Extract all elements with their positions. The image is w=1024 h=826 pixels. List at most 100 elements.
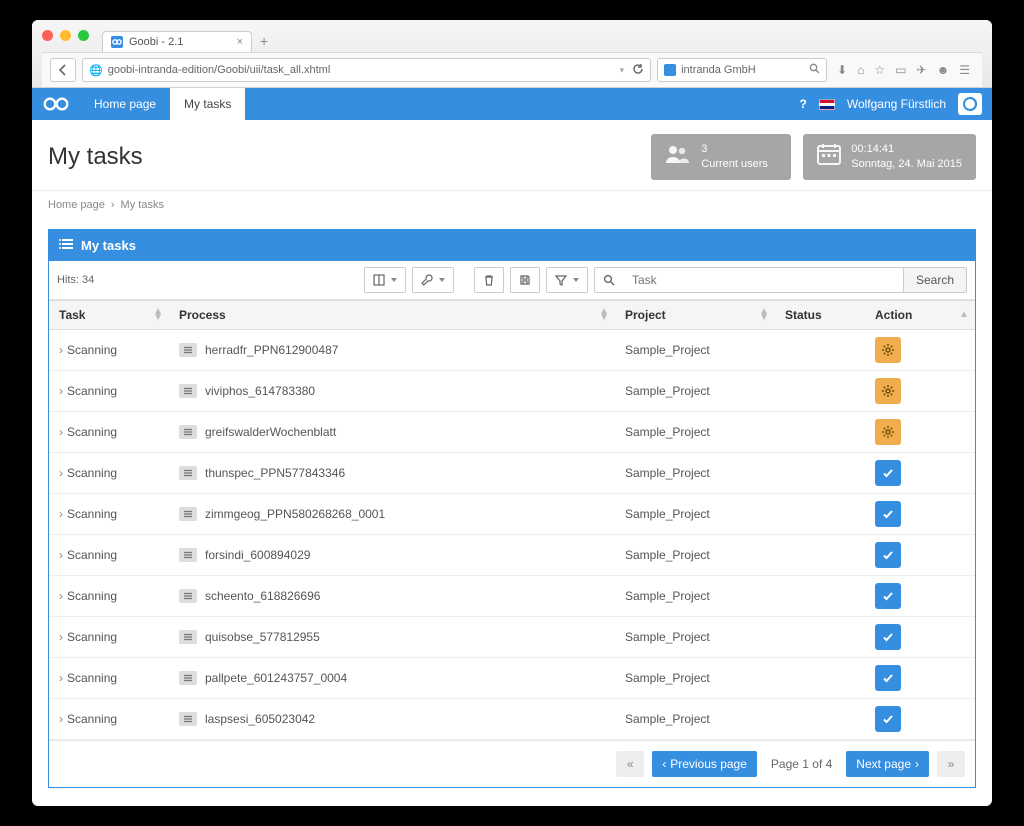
downloads-icon[interactable]: ⬇ <box>837 63 847 77</box>
hits-label: Hits: 34 <box>57 274 358 286</box>
status-cell <box>775 452 865 493</box>
process-cell[interactable]: forsindi_600894029 <box>205 548 310 562</box>
send-icon[interactable]: ✈ <box>917 63 927 77</box>
clipboard-icon[interactable]: ▭ <box>895 63 906 77</box>
expand-icon[interactable]: › <box>59 712 63 726</box>
columns-button[interactable] <box>364 267 406 293</box>
action-gear-button[interactable] <box>875 419 901 445</box>
process-cell[interactable]: zimmgeog_PPN580268268_0001 <box>205 507 385 521</box>
minimize-window-icon[interactable] <box>60 30 71 41</box>
maximize-window-icon[interactable] <box>78 30 89 41</box>
url-bar[interactable]: 🌐 goobi-intranda-edition/Goobi/uii/task_… <box>82 58 651 82</box>
nav-mytasks[interactable]: My tasks <box>170 88 245 120</box>
status-cell <box>775 575 865 616</box>
time-card[interactable]: 00:14:41 Sonntag, 24. Mai 2015 <box>803 134 976 180</box>
bookmark-icon[interactable]: ☆ <box>874 63 885 77</box>
browser-search[interactable]: intranda GmbH <box>657 58 827 82</box>
home-icon[interactable]: ⌂ <box>857 63 864 77</box>
expand-icon[interactable]: › <box>59 671 63 685</box>
tasks-panel: My tasks Hits: 34 <box>48 229 976 788</box>
action-check-button[interactable] <box>875 665 901 691</box>
page-top: My tasks 3 Current users 00:14:41 Sonnta… <box>32 120 992 190</box>
close-window-icon[interactable] <box>42 30 53 41</box>
crumb-home[interactable]: Home page <box>48 199 105 211</box>
action-check-button[interactable] <box>875 542 901 568</box>
expand-icon[interactable]: › <box>59 630 63 644</box>
tools-button[interactable] <box>412 267 454 293</box>
help-icon[interactable]: ? <box>800 97 807 111</box>
smiley-icon[interactable]: ☻ <box>937 63 950 77</box>
action-check-button[interactable] <box>875 706 901 732</box>
action-check-button[interactable] <box>875 583 901 609</box>
search-input[interactable] <box>624 267 904 293</box>
delete-button[interactable] <box>474 267 504 293</box>
sort-icon: ▲▼ <box>153 309 163 321</box>
first-page-button[interactable]: « <box>616 751 644 777</box>
filter-button[interactable] <box>546 267 588 293</box>
process-cell[interactable]: quisobse_577812955 <box>205 630 320 644</box>
user-badge-icon[interactable] <box>958 93 982 115</box>
expand-icon[interactable]: › <box>59 425 63 439</box>
col-status[interactable]: Status <box>775 300 865 329</box>
expand-icon[interactable]: › <box>59 384 63 398</box>
task-cell: Scanning <box>67 589 117 603</box>
action-check-button[interactable] <box>875 501 901 527</box>
process-cell[interactable]: scheento_618826696 <box>205 589 320 603</box>
action-check-button[interactable] <box>875 624 901 650</box>
status-cell <box>775 698 865 739</box>
check-icon <box>881 507 895 521</box>
search-icon[interactable] <box>809 63 820 77</box>
window-controls <box>42 30 89 41</box>
action-gear-button[interactable] <box>875 337 901 363</box>
browser-window: Goobi - 2.1 × + 🌐 goobi-intranda-edition… <box>32 20 992 806</box>
action-check-button[interactable] <box>875 460 901 486</box>
col-process[interactable]: Process ▲▼ <box>169 300 615 329</box>
action-gear-button[interactable] <box>875 378 901 404</box>
app-logo[interactable] <box>32 88 80 120</box>
search-button[interactable]: Search <box>904 267 967 293</box>
check-icon <box>881 466 895 480</box>
back-button[interactable] <box>50 58 76 82</box>
table-row: ›Scanningherradfr_PPN612900487Sample_Pro… <box>49 329 975 370</box>
process-cell[interactable]: thunspec_PPN577843346 <box>205 466 345 480</box>
process-cell[interactable]: greifswalderWochenblatt <box>205 425 336 439</box>
table-row: ›Scanningzimmgeog_PPN580268268_0001Sampl… <box>49 493 975 534</box>
project-cell: Sample_Project <box>615 698 775 739</box>
menu-icon[interactable]: ☰ <box>959 63 970 77</box>
save-button[interactable] <box>510 267 540 293</box>
task-cell: Scanning <box>67 384 117 398</box>
expand-icon[interactable]: › <box>59 548 63 562</box>
process-cell[interactable]: pallpete_601243757_0004 <box>205 671 347 685</box>
reload-icon[interactable] <box>632 63 644 78</box>
list-icon <box>59 238 73 253</box>
check-icon <box>881 630 895 644</box>
expand-icon[interactable]: › <box>59 343 63 357</box>
last-page-button[interactable]: » <box>937 751 965 777</box>
browser-tab[interactable]: Goobi - 2.1 × <box>102 31 252 52</box>
process-cell[interactable]: viviphos_614783380 <box>205 384 315 398</box>
sort-icon: ▲▼ <box>759 309 769 321</box>
gear-icon <box>881 343 895 357</box>
table-row: ›ScanninggreifswalderWochenblattSample_P… <box>49 411 975 452</box>
search-prefix-button[interactable] <box>594 267 624 293</box>
search-icon <box>603 274 615 286</box>
nav-home[interactable]: Home page <box>80 88 170 120</box>
expand-icon[interactable]: › <box>59 507 63 521</box>
process-cell[interactable]: laspsesi_605023042 <box>205 712 315 726</box>
prev-page-button[interactable]: ‹ Previous page <box>652 751 757 777</box>
expand-icon[interactable]: › <box>59 466 63 480</box>
new-tab-button[interactable]: + <box>252 30 276 52</box>
expand-icon[interactable]: › <box>59 589 63 603</box>
col-task[interactable]: Task ▲▼ <box>49 300 169 329</box>
col-action[interactable]: Action ▲ <box>865 300 975 329</box>
language-flag-icon[interactable] <box>819 99 835 110</box>
dropdown-icon[interactable]: ▾ <box>620 65 625 76</box>
col-project[interactable]: Project ▲▼ <box>615 300 775 329</box>
users-card[interactable]: 3 Current users <box>651 134 791 180</box>
trash-icon <box>483 274 495 286</box>
username[interactable]: Wolfgang Fürstlich <box>847 97 946 111</box>
close-tab-icon[interactable]: × <box>237 36 243 48</box>
next-page-button[interactable]: Next page › <box>846 751 929 777</box>
status-cell <box>775 657 865 698</box>
process-cell[interactable]: herradfr_PPN612900487 <box>205 343 338 357</box>
